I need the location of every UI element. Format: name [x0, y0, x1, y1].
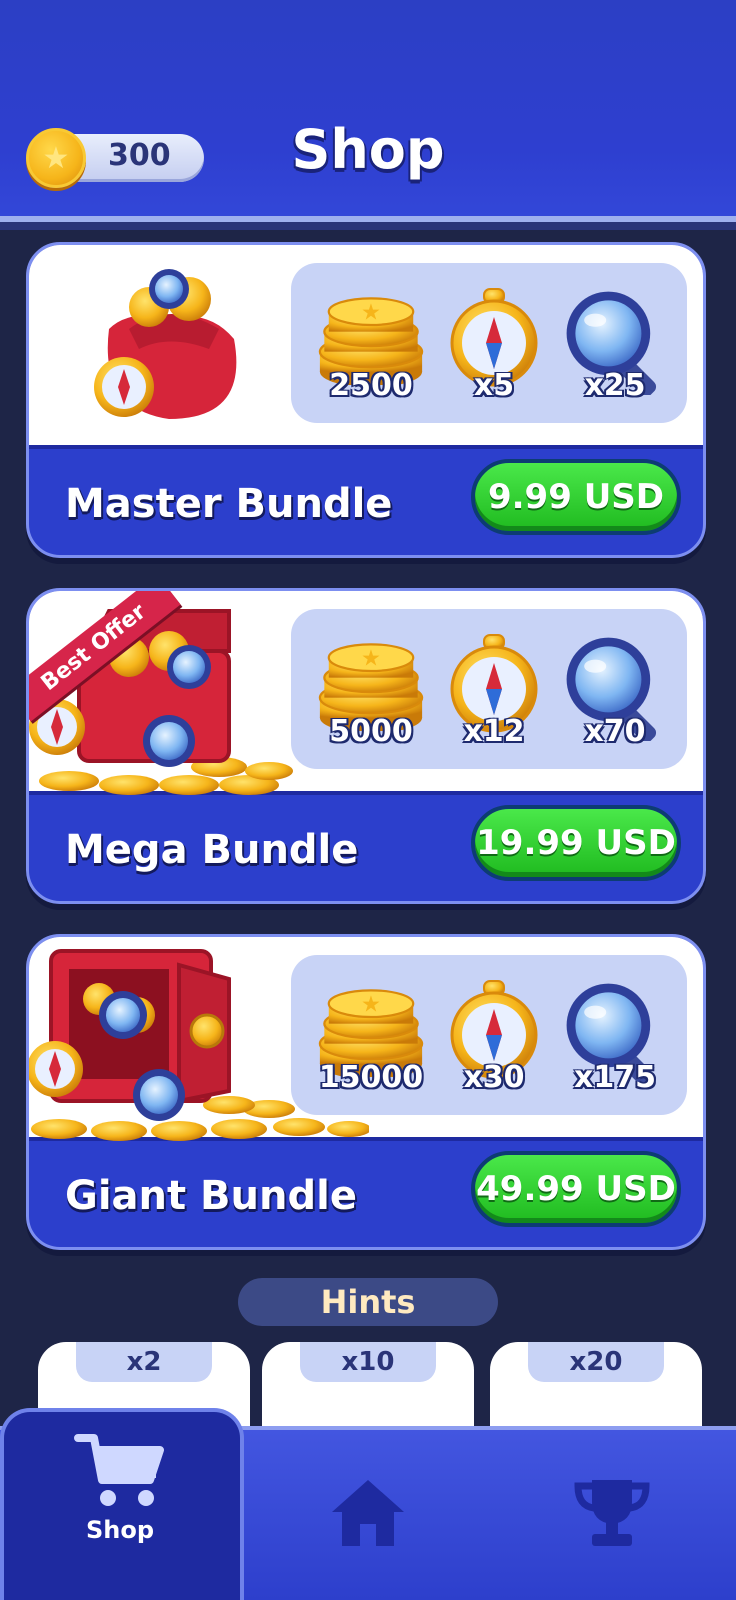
- magnifier-item: x175: [555, 977, 675, 1107]
- bundle-name: Giant Bundle: [65, 1173, 357, 1219]
- hint-pack-quantity: x10: [300, 1342, 436, 1382]
- coins-item: 2500: [311, 285, 431, 415]
- shop-header: [0, 0, 736, 230]
- magnifier-quantity: x175: [574, 1060, 656, 1095]
- magnifier-item: x70: [555, 631, 675, 761]
- bundle-items-panel: 15000 x30 x175: [291, 955, 687, 1115]
- compass-quantity: x30: [463, 1060, 525, 1095]
- compass-quantity: x5: [473, 368, 515, 403]
- cart-icon: [74, 1434, 164, 1506]
- magnifier-item: x25: [555, 285, 675, 415]
- nav-shop-label: Shop: [85, 1516, 155, 1544]
- coins-quantity: 5000: [329, 714, 413, 749]
- coins-item: 5000: [311, 631, 431, 761]
- trophy-icon: [574, 1480, 650, 1546]
- bundle-items-panel: 5000 x12 x70: [291, 609, 687, 769]
- page-title: Shop: [291, 118, 445, 181]
- coins-quantity: 2500: [329, 368, 413, 403]
- bundle-name: Master Bundle: [65, 481, 393, 527]
- bundle-card-giant[interactable]: 15000 x30 x175 Giant Bundle 49.99 USD: [26, 934, 706, 1250]
- magnifier-quantity: x25: [584, 368, 646, 403]
- hints-section-title: Hints: [238, 1278, 498, 1326]
- nav-tab-shop[interactable]: Shop: [70, 1432, 170, 1544]
- home-icon: [332, 1480, 404, 1546]
- bundle-card-master[interactable]: 2500 x5 x25 Master Bundle 9.99 USD: [26, 242, 706, 558]
- hint-pack-quantity: x2: [76, 1342, 212, 1382]
- bundle-name: Mega Bundle: [65, 827, 359, 873]
- hint-pack-quantity: x20: [528, 1342, 664, 1382]
- compass-item: x5: [434, 285, 554, 415]
- buy-button[interactable]: 49.99 USD: [471, 1151, 681, 1227]
- coin-bag-icon: [94, 269, 237, 419]
- nav-tab-home[interactable]: [320, 1476, 416, 1548]
- compass-quantity: x12: [463, 714, 525, 749]
- buy-button[interactable]: 19.99 USD: [471, 805, 681, 881]
- magnifier-quantity: x70: [584, 714, 646, 749]
- bundle-card-mega[interactable]: Best Offer 5000 x12 x70 Mega Bundle 19.9…: [26, 588, 706, 904]
- treasure-chest-icon: [29, 609, 293, 795]
- buy-button[interactable]: 9.99 USD: [471, 459, 681, 535]
- coins-item: 15000: [311, 977, 431, 1107]
- nav-tab-leaderboard[interactable]: [572, 1476, 652, 1548]
- compass-item: x12: [434, 631, 554, 761]
- bundle-items-panel: 2500 x5 x25: [291, 263, 687, 423]
- coins-quantity: 15000: [318, 1060, 424, 1095]
- compass-item: x30: [434, 977, 554, 1107]
